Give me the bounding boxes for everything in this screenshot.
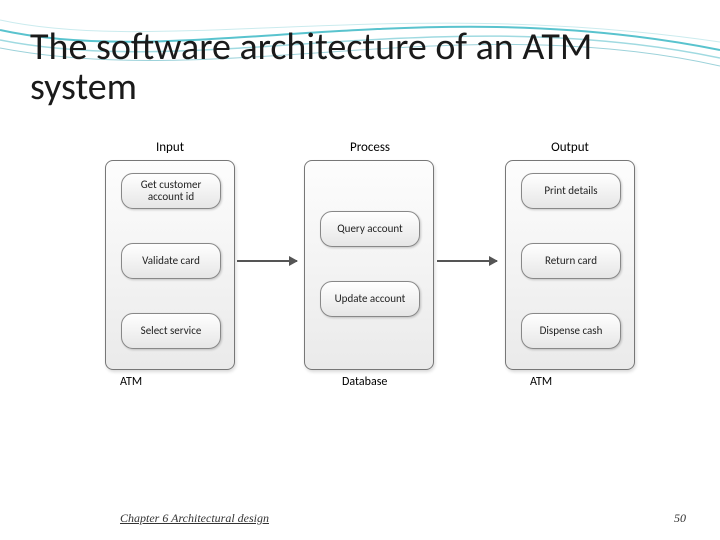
node-return-card: Return card <box>521 243 621 279</box>
column-header-process: Process <box>320 140 420 155</box>
column-footer-output: ATM <box>530 375 552 389</box>
node-select-service: Select service <box>121 313 221 349</box>
column-footer-process: Database <box>342 375 387 389</box>
arrow-process-to-output <box>437 260 497 262</box>
node-query-account: Query account <box>320 211 420 247</box>
node-update-account: Update account <box>320 281 420 317</box>
node-dispense-cash: Dispense cash <box>521 313 621 349</box>
arrow-input-to-process <box>237 260 297 262</box>
column-header-output: Output <box>520 140 620 155</box>
column-header-input: Input <box>120 140 220 155</box>
slide-title: The software architecture of an ATM syst… <box>30 28 690 108</box>
node-get-customer-account-id: Get customer account id <box>121 173 221 209</box>
column-footer-input: ATM <box>120 375 142 389</box>
input-group-box: Get customer account id Validate card Se… <box>105 160 235 370</box>
footer-page-number: 50 <box>674 511 686 526</box>
footer-chapter: Chapter 6 Architectural design <box>120 511 269 526</box>
node-validate-card: Validate card <box>121 243 221 279</box>
output-group-box: Print details Return card Dispense cash <box>505 160 635 370</box>
architecture-diagram: Input Process Output Get customer accoun… <box>60 140 660 420</box>
node-print-details: Print details <box>521 173 621 209</box>
process-group-box: Query account Update account <box>304 160 434 370</box>
slide: The software architecture of an ATM syst… <box>0 0 720 540</box>
